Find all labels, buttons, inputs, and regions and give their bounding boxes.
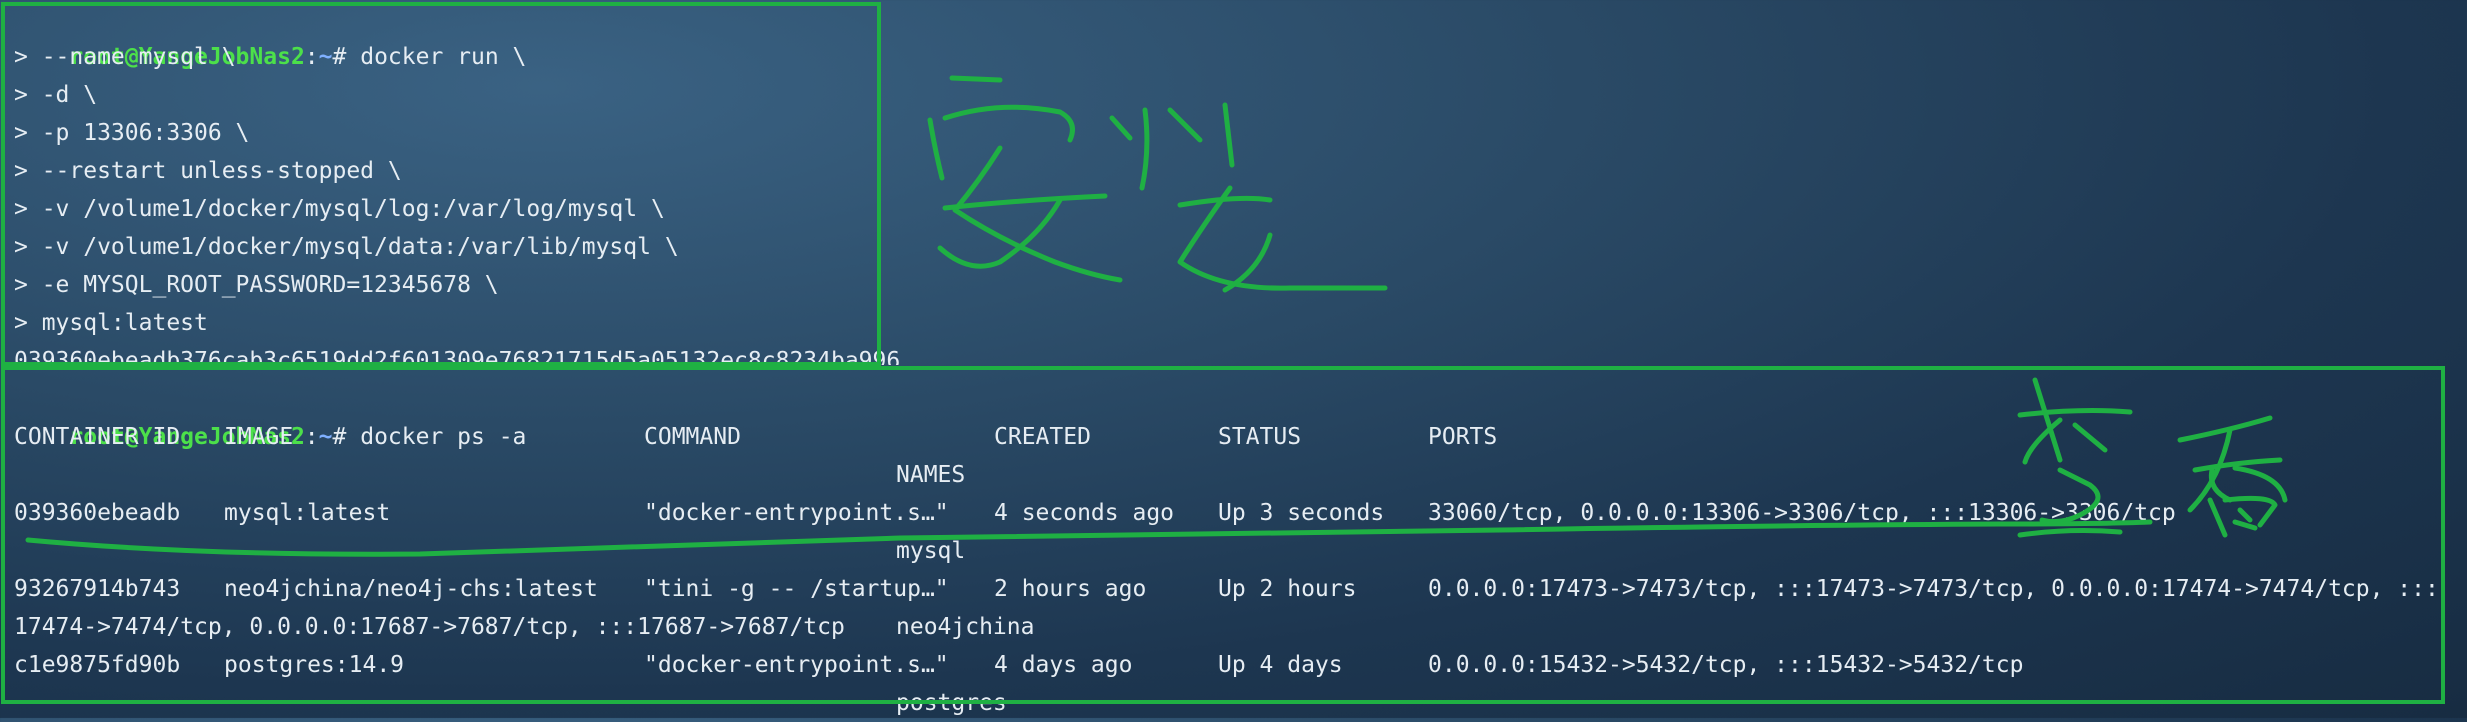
install-annotation-icon <box>927 75 1123 283</box>
underline-annotation <box>25 519 2153 557</box>
handwritten-annotations <box>25 75 2288 557</box>
view-annotation-icon <box>2017 377 2133 538</box>
install-annotation-icon <box>1109 102 1388 293</box>
view-annotation-icon <box>2177 415 2288 538</box>
